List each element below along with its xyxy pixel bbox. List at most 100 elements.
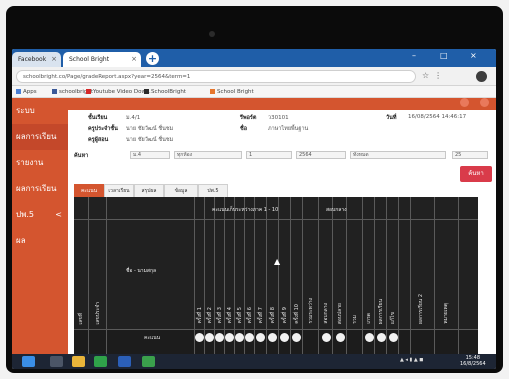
teacher-label: ครูประจำชั้น — [88, 126, 118, 132]
line-icon[interactable] — [94, 356, 107, 367]
sidebar-item-reports[interactable]: รายงาน — [12, 150, 68, 176]
score-column-header: ครั้งที่ 10 — [294, 304, 300, 324]
filter-select-count[interactable]: 25 — [452, 151, 488, 159]
score-radio[interactable] — [268, 333, 277, 342]
bookmark-school-bright[interactable]: School Bright — [210, 86, 254, 98]
sidebar-item-label: ผลการเรียน — [16, 132, 57, 141]
course-label: ชื่อ — [240, 126, 248, 132]
score-column-header: ครั้งที่ 2 — [207, 307, 213, 324]
screen: Facebook × School Bright × + – □ × schoo… — [12, 49, 496, 369]
score-radio[interactable] — [322, 333, 331, 342]
grid-line — [278, 197, 279, 354]
browser-toolbar-icons[interactable]: ☆⋮ — [422, 71, 447, 80]
notification-icon[interactable] — [460, 98, 469, 107]
tab-info[interactable]: ข้อมูล — [164, 184, 198, 197]
minimize-icon[interactable]: – — [412, 51, 416, 60]
sidebar-item-label: ปพ.5 — [16, 210, 34, 219]
bookmark-label: SchoolBright — [151, 89, 186, 95]
bookmark-apps[interactable]: Apps — [16, 86, 37, 98]
score-radio[interactable] — [377, 333, 386, 342]
assistant-label: ครูผู้สอน — [88, 137, 109, 143]
grid-line — [106, 197, 107, 354]
score-radio[interactable] — [336, 333, 345, 342]
grid-line — [374, 197, 375, 354]
summary-column-header: สอบปลาย — [337, 302, 343, 324]
score-radio[interactable] — [256, 333, 265, 342]
grid-line — [88, 197, 89, 354]
score-radio[interactable] — [389, 333, 398, 342]
filter-select-room[interactable]: ทุกห้อง — [174, 151, 242, 159]
score-column-header: ครั้งที่ 3 — [217, 307, 223, 324]
teacher-value: นาย ชัยวัฒน์ ชื่นชม — [126, 126, 174, 132]
windows-taskbar: ▲ ◂ ▮ ▲ ◼ 15:48 16/8/2564 — [12, 354, 496, 369]
sidebar-item-grades[interactable]: ผลการเรียน — [12, 124, 68, 150]
word-icon[interactable] — [118, 356, 131, 367]
sidebar-item-label: ผล — [16, 236, 26, 245]
taskbar-clock[interactable]: 15:48 16/8/2564 — [460, 355, 486, 367]
close-icon[interactable]: × — [131, 52, 137, 67]
score-radio[interactable] — [292, 333, 301, 342]
assistant-value: นาย ชัยวัฒน์ ชื่นชม — [126, 137, 174, 143]
date-value: 16/08/2564 14:46:17 — [408, 114, 467, 120]
grid-line — [398, 197, 399, 354]
tab-scores[interactable]: คะแนน — [74, 184, 104, 197]
grid-line — [74, 329, 478, 330]
profile-avatar[interactable] — [476, 71, 487, 82]
maximize-icon[interactable]: □ — [440, 51, 448, 60]
column-header: เลขที่ — [78, 312, 84, 325]
facebook-icon — [52, 89, 57, 94]
score-radio[interactable] — [235, 333, 244, 342]
filter-select-grade[interactable]: ม.4 — [130, 151, 170, 159]
start-icon[interactable] — [22, 356, 35, 367]
grid-line — [332, 197, 333, 354]
report-header: ชั้นเรียน ม.4/1 ครูประจำชั้น นาย ชัยวัฒน… — [68, 112, 496, 166]
youtube-icon — [86, 89, 91, 94]
tab-attendance[interactable]: เวลาเรียน — [104, 184, 134, 197]
tab-facebook[interactable]: Facebook × — [12, 52, 61, 67]
filter-select-year[interactable]: 2564 — [296, 151, 346, 159]
score-radio[interactable] — [225, 333, 234, 342]
grid-line — [254, 197, 255, 354]
grid-line — [346, 197, 347, 354]
grid-line — [302, 197, 303, 354]
filter-select-term[interactable]: 1 — [246, 151, 292, 159]
close-icon[interactable]: × — [51, 52, 57, 67]
score-radio[interactable] — [205, 333, 214, 342]
system-tray[interactable]: ▲ ◂ ▮ ▲ ◼ — [400, 357, 423, 363]
grid-line — [410, 197, 411, 354]
score-radio[interactable] — [280, 333, 289, 342]
tab-pp5[interactable]: ปพ.5 — [198, 184, 228, 197]
score-radio[interactable] — [195, 333, 204, 342]
page-icon — [144, 89, 149, 94]
filter-select-type[interactable]: ทั้งหมด — [350, 151, 446, 159]
chrome-icon[interactable] — [142, 356, 155, 367]
score-radio[interactable] — [215, 333, 224, 342]
page-topbar — [68, 98, 496, 110]
grid-line — [458, 197, 459, 354]
address-bar: schoolbright.co/Page/gradeReport.aspx?ye… — [12, 67, 496, 86]
sidebar-item-pp5[interactable]: ปพ.5 < — [12, 202, 68, 228]
score-column-header: ครั้งที่ 9 — [282, 307, 288, 324]
group-title-midterm: สอบกลาง — [326, 207, 347, 213]
task-view-icon[interactable] — [50, 356, 63, 367]
bookmark-youtube[interactable]: Youtube Video Dow... — [86, 86, 151, 98]
new-tab-button[interactable]: + — [146, 52, 159, 65]
grid-line — [266, 197, 267, 354]
schoolbright-icon — [210, 89, 215, 94]
tab-school-bright[interactable]: School Bright × — [63, 52, 141, 67]
file-explorer-icon[interactable] — [72, 356, 85, 367]
subject-label: รีพอร์ต — [240, 115, 257, 121]
row-label: คะแนน — [144, 335, 161, 341]
tab-summary[interactable]: สรุปผล — [134, 184, 164, 197]
search-button[interactable]: ค้นหา — [460, 166, 492, 182]
sidebar-item-system[interactable]: ระบบ — [12, 98, 68, 124]
summary-column-header: หมายเหตุ — [443, 303, 449, 324]
close-window-icon[interactable]: × — [470, 51, 477, 60]
bookmark-schoolbright-2[interactable]: SchoolBright — [144, 86, 186, 98]
url-input[interactable]: schoolbright.co/Page/gradeReport.aspx?ye… — [16, 70, 416, 83]
score-radio[interactable] — [365, 333, 374, 342]
user-icon[interactable] — [480, 98, 489, 107]
score-radio[interactable] — [245, 333, 254, 342]
sidebar-item-results[interactable]: ผลการเรียน — [12, 176, 68, 202]
sidebar-item-other[interactable]: ผล — [12, 228, 68, 254]
